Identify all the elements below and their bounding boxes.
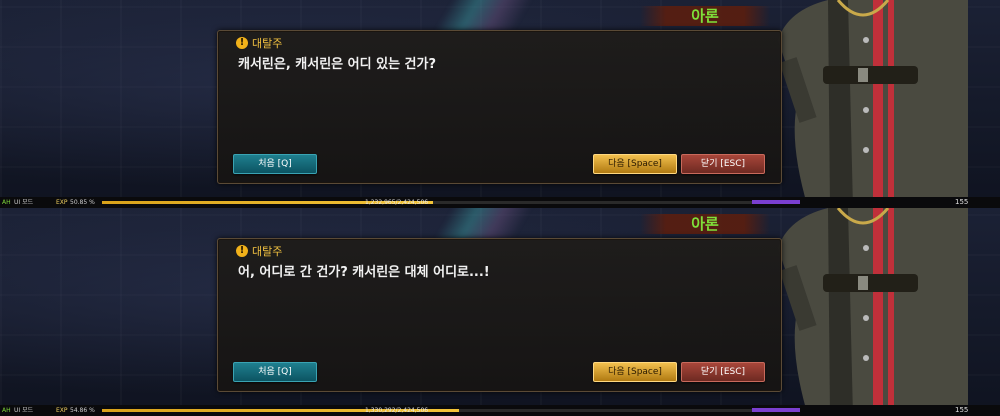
exp-label: EXP [56,407,68,414]
dialogue-screen-1: 아론 ! 대탈주 캐서린은, 캐서린은 어디 있는 건가? 처음 [Q] 다음 … [0,0,1000,208]
quest-exclamation-icon: ! [236,245,248,257]
auto-hunt-toggle[interactable]: AH [2,198,11,207]
dialogue-text: 어, 어디로 간 건가? 캐서린은 대체 어디로...! [238,265,490,280]
exp-percent: 54.86 % [70,407,95,414]
npc-name-label: 아론 [640,6,770,26]
first-button[interactable]: 처음 [Q] [233,362,317,382]
npc-character-portrait [778,208,968,416]
exp-hud: AH UI 모드 EXP 50.85 % 1,232,965/2,424,506… [0,197,1000,208]
ui-mode-toggle[interactable]: UI 모드 [14,198,33,207]
dialogue-box: ! 대탈주 어, 어디로 간 건가? 캐서린은 대체 어디로...! 처음 [Q… [217,238,782,392]
quest-name: 대탈주 [252,37,283,50]
exp-percent: 50.85 % [70,199,95,206]
quest-name: 대탈주 [252,245,283,258]
next-button[interactable]: 다음 [Space] [593,362,677,382]
npc-name-label: 아론 [640,214,770,234]
quest-title: ! 대탈주 [236,35,282,51]
background-figure [430,208,540,240]
close-button[interactable]: 닫기 [ESC] [681,154,765,174]
quest-exclamation-icon: ! [236,37,248,49]
exp-label: EXP [56,199,68,206]
exp-hud: AH UI 모드 EXP 54.86 % 1,330,292/2,424,506… [0,405,1000,416]
first-button[interactable]: 처음 [Q] [233,154,317,174]
background-figure [430,0,540,32]
ui-mode-toggle[interactable]: UI 모드 [14,406,33,415]
quest-title: ! 대탈주 [236,243,282,259]
secondary-gauge [752,408,800,412]
close-button[interactable]: 닫기 [ESC] [681,362,765,382]
dialogue-screen-2: 아론 ! 대탈주 어, 어디로 간 건가? 캐서린은 대체 어디로...! 처음… [0,208,1000,416]
next-button[interactable]: 다음 [Space] [593,154,677,174]
exp-value: 1,232,965/2,424,506 [365,199,429,206]
level-value: 155 [955,198,969,206]
level-value: 155 [955,406,969,414]
npc-character-portrait [778,0,968,208]
dialogue-box: ! 대탈주 캐서린은, 캐서린은 어디 있는 건가? 처음 [Q] 다음 [Sp… [217,30,782,184]
dialogue-text: 캐서린은, 캐서린은 어디 있는 건가? [238,57,437,72]
auto-hunt-toggle[interactable]: AH [2,406,11,415]
secondary-gauge [752,200,800,204]
exp-value: 1,330,292/2,424,506 [365,407,429,414]
